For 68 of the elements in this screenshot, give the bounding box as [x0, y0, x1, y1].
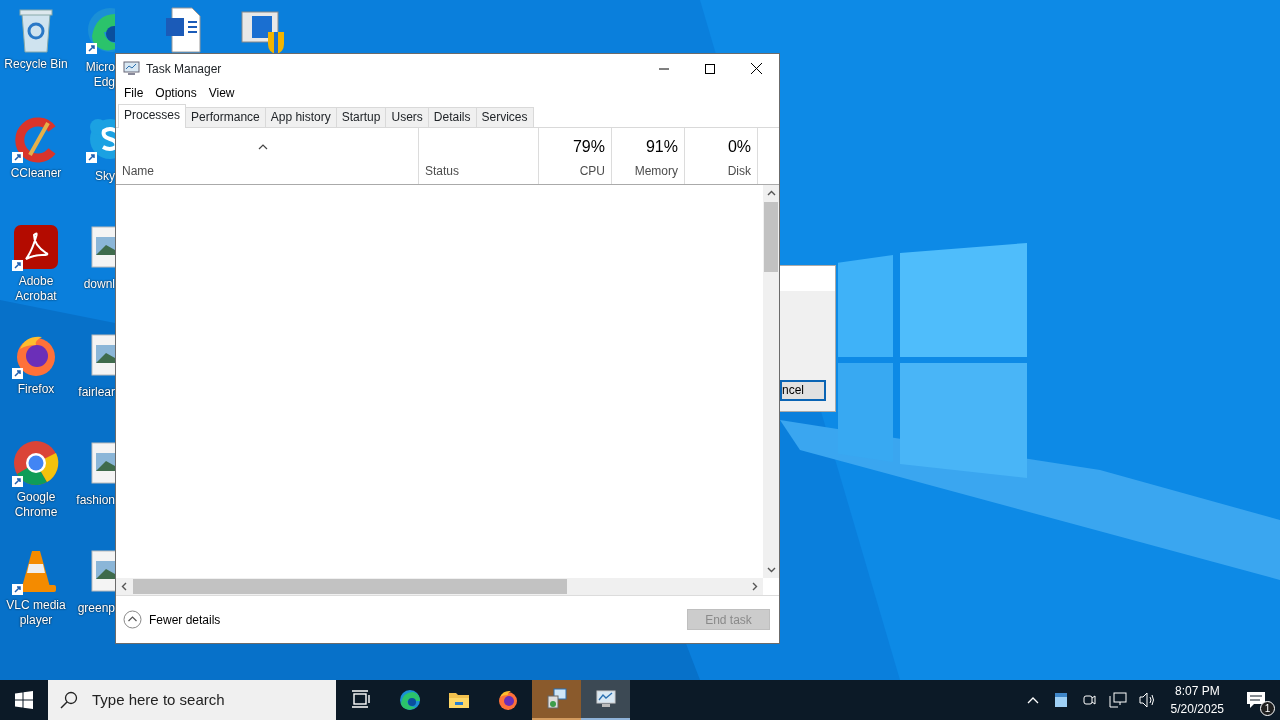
- monitor-icon: [123, 61, 140, 76]
- menu-item[interactable]: Options: [149, 84, 203, 102]
- icon-label[interactable]: Sky: [95, 169, 115, 184]
- cancel-button[interactable]: ncel: [780, 380, 826, 401]
- column-header[interactable]: CPU: [545, 162, 605, 180]
- menu-item[interactable]: View: [202, 84, 241, 102]
- scroll-left-icon[interactable]: [120, 582, 129, 591]
- clock-time[interactable]: 8:07 PM: [1170, 682, 1224, 700]
- icon-label[interactable]: Recycle Bin: [4, 57, 68, 72]
- close-icon: [750, 63, 762, 74]
- notification-count: 1: [1260, 701, 1275, 716]
- chevron-up-icon: [123, 610, 142, 629]
- tab[interactable]: Performance: [185, 107, 266, 127]
- icon-label[interactable]: downl: [83, 277, 115, 292]
- taskbar-app-button[interactable]: [581, 680, 630, 720]
- icon-label[interactable]: fairlear: [78, 385, 115, 400]
- notifications-button[interactable]: 1: [1232, 680, 1280, 720]
- vertical-scrollbar[interactable]: [763, 185, 779, 578]
- search-field[interactable]: Type here to search: [90, 687, 330, 713]
- windows-logo-icon: [15, 691, 33, 709]
- scroll-right-icon[interactable]: [750, 582, 759, 591]
- firefox-icon: [496, 689, 519, 711]
- tab[interactable]: Startup: [335, 107, 387, 127]
- column-header[interactable]: Disk: [691, 162, 751, 180]
- horizontal-scrollbar[interactable]: [116, 578, 763, 595]
- tab[interactable]: Processes: [118, 104, 187, 128]
- edge-icon[interactable]: [86, 6, 115, 54]
- icon-label[interactable]: CCleaner: [10, 166, 62, 181]
- installer-icon: [545, 688, 568, 710]
- icon-label[interactable]: Firefox: [17, 382, 55, 397]
- icon-label[interactable]: greenp: [77, 601, 115, 616]
- column-value: 0%: [726, 137, 751, 157]
- camera-icon[interactable]: [1080, 692, 1097, 708]
- menu-item[interactable]: File: [118, 84, 150, 102]
- task-view-icon: [349, 689, 372, 711]
- icon-label[interactable]: Micro Edg: [85, 60, 115, 90]
- fewer-details-button[interactable]: Fewer details: [123, 610, 221, 629]
- edge-icon: [398, 689, 421, 711]
- tab[interactable]: Details: [427, 107, 477, 127]
- window-title: Task Manager: [146, 60, 222, 78]
- clock-date[interactable]: 5/20/2025: [1170, 700, 1224, 718]
- scroll-up-icon[interactable]: [766, 189, 776, 198]
- icon-label[interactable]: Adobe Acrobat: [15, 274, 57, 304]
- monitor-icon: [594, 688, 617, 710]
- search-icon: [60, 691, 78, 709]
- volume-icon[interactable]: [1138, 692, 1157, 708]
- pdf-icon[interactable]: [12, 223, 60, 271]
- window-icon[interactable]: [1054, 693, 1067, 707]
- network-icon[interactable]: [1108, 692, 1127, 708]
- tab[interactable]: Users: [385, 107, 429, 127]
- chevron-up-icon[interactable]: [1026, 696, 1039, 704]
- column-header[interactable]: Name: [122, 162, 412, 180]
- message-icon: [1246, 691, 1266, 709]
- column-value: 91%: [644, 137, 678, 157]
- scrollbar-thumb[interactable]: [133, 579, 567, 594]
- icon-label[interactable]: Google Chrome: [14, 490, 58, 520]
- maximize-icon: [705, 63, 715, 74]
- tab[interactable]: App history: [264, 107, 337, 127]
- column-header[interactable]: Status: [425, 162, 532, 180]
- scrollbar-thumb[interactable]: [764, 202, 778, 272]
- icon-label[interactable]: VLC media player: [6, 598, 66, 628]
- column-value: 79%: [571, 137, 605, 157]
- search-bar[interactable]: Type here to search: [48, 680, 336, 720]
- icon-label[interactable]: fashion: [76, 493, 115, 508]
- chrome-icon[interactable]: [12, 439, 60, 487]
- scroll-down-icon[interactable]: [766, 565, 776, 574]
- column-header[interactable]: Memory: [618, 162, 678, 180]
- tab[interactable]: Services: [475, 107, 534, 127]
